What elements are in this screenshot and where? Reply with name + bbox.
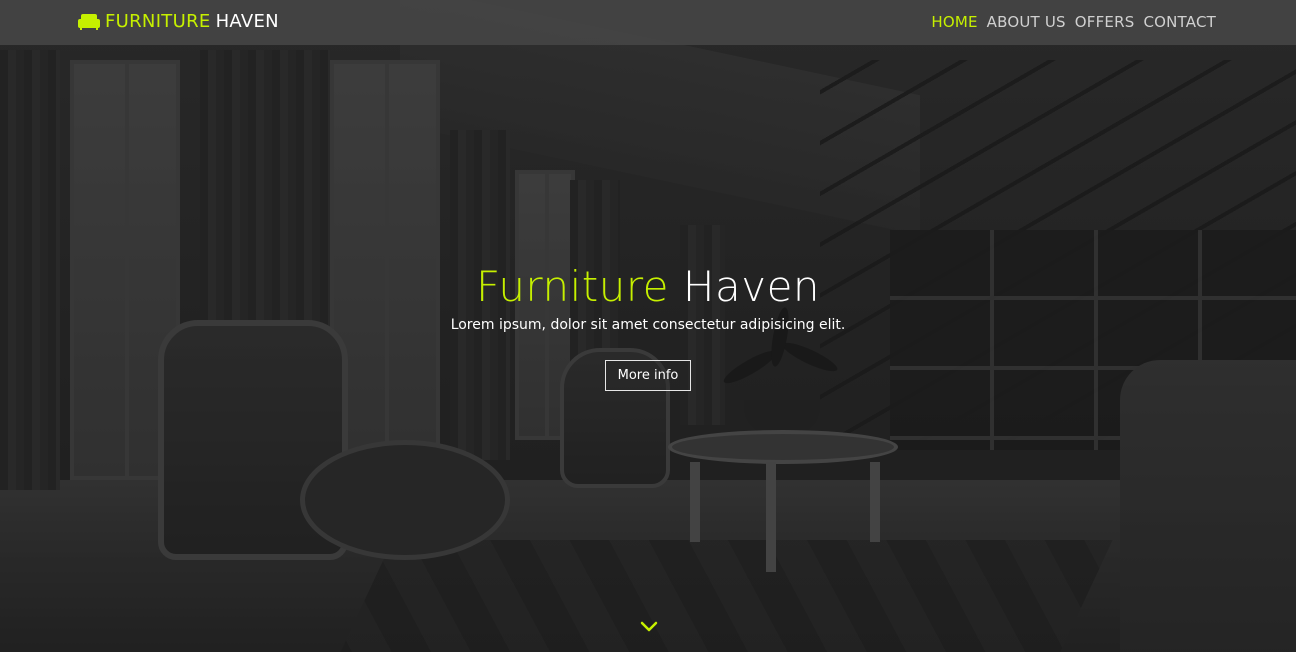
sofa-icon <box>78 13 100 30</box>
hero-title-rest: Haven <box>682 262 821 311</box>
hero-title: Furniture Haven <box>0 262 1296 311</box>
nav-menu: HOME ABOUT US OFFERS CONTACT <box>931 13 1216 31</box>
nav-item-contact[interactable]: CONTACT <box>1143 13 1216 31</box>
hero-content: Furniture Haven Lorem ipsum, dolor sit a… <box>0 262 1296 391</box>
more-info-button[interactable]: More info <box>604 360 692 391</box>
nav-item-about-us[interactable]: ABOUT US <box>987 13 1066 31</box>
hero-section: FURNITURE HAVEN HOME ABOUT US OFFERS CON… <box>0 0 1296 652</box>
hero-subtitle: Lorem ipsum, dolor sit amet consectetur … <box>450 317 846 333</box>
brand-name-rest: HAVEN <box>215 11 279 32</box>
hero-title-accent: Furniture <box>475 262 670 311</box>
nav-item-offers[interactable]: OFFERS <box>1075 13 1135 31</box>
navbar: FURNITURE HAVEN HOME ABOUT US OFFERS CON… <box>0 0 1296 45</box>
brand-name-accent: FURNITURE <box>105 11 211 32</box>
brand-logo[interactable]: FURNITURE HAVEN <box>78 11 279 32</box>
chevron-down-icon[interactable] <box>640 620 658 634</box>
nav-item-home[interactable]: HOME <box>931 13 977 31</box>
